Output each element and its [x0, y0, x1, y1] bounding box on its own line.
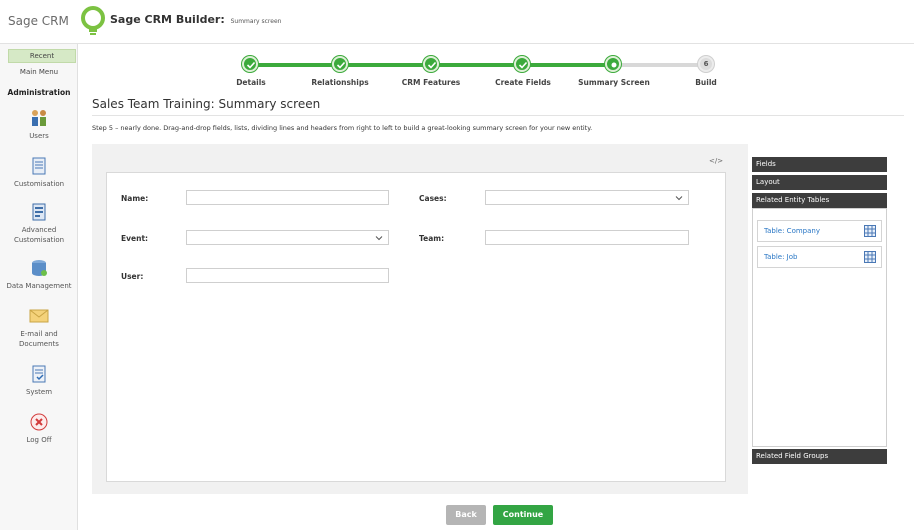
- name-field[interactable]: [186, 190, 389, 205]
- name-label: Name:: [121, 194, 149, 203]
- sidebar-item-label: Log Off: [26, 436, 52, 444]
- advanced-document-icon: [32, 203, 46, 221]
- back-button[interactable]: Back: [446, 505, 486, 525]
- sidebar-item-label: Customisation: [13, 180, 65, 188]
- check-icon: [518, 61, 528, 69]
- step-instructions: Step 5 – nearly done. Drag-and-drop fiel…: [92, 124, 593, 132]
- users-icon: [32, 110, 46, 126]
- page-title: Sales Team Training: Summary screen: [92, 97, 321, 111]
- step-build-marker[interactable]: 6: [698, 56, 714, 72]
- user-field[interactable]: [186, 268, 389, 283]
- sidebar-recent-button[interactable]: Recent: [8, 49, 76, 63]
- sidebar-item-data-management[interactable]: Data Management: [0, 258, 78, 291]
- related-table-job[interactable]: Table: Job: [757, 246, 882, 268]
- continue-button[interactable]: Continue: [493, 505, 553, 525]
- sidebar-item-system[interactable]: System: [0, 364, 78, 397]
- table-grid-icon: [864, 251, 876, 263]
- top-header: Sage CRM Sage CRM Builder: Summary scree…: [0, 0, 914, 44]
- related-table-label: Table: Company: [764, 227, 820, 235]
- builder-title: Sage CRM Builder: Summary screen: [110, 13, 281, 26]
- sidebar-item-advanced-customisation[interactable]: Advanced Customisation: [0, 202, 78, 245]
- sidebar-item-users[interactable]: Users: [0, 108, 78, 141]
- sidebar-item-label: Users: [29, 132, 49, 140]
- step-label-create-fields[interactable]: Create Fields: [478, 78, 568, 87]
- system-checklist-icon: [32, 365, 46, 383]
- team-field[interactable]: [485, 230, 689, 245]
- summary-screen-canvas[interactable]: Name: Cases: Event: Team: User:: [106, 172, 726, 482]
- step-label-details[interactable]: Details: [206, 78, 296, 87]
- step-label-summary-screen[interactable]: Summary Screen: [569, 78, 659, 87]
- sidebar-item-log-off[interactable]: Log Off: [0, 412, 78, 445]
- current-step-icon: [611, 62, 617, 68]
- check-icon: [427, 61, 437, 69]
- panel-fields-header[interactable]: Fields: [752, 157, 887, 172]
- chevron-down-icon: [375, 236, 383, 241]
- builder-subtitle: Summary screen: [230, 18, 282, 25]
- sidebar-item-label: System: [25, 388, 53, 396]
- document-icon: [32, 157, 46, 175]
- check-icon: [336, 61, 346, 69]
- related-table-label: Table: Job: [764, 253, 798, 261]
- builder-title-text: Sage CRM Builder:: [110, 13, 225, 26]
- related-table-company[interactable]: Table: Company: [757, 220, 882, 242]
- sidebar-item-customisation[interactable]: Customisation: [0, 156, 78, 189]
- sidebar-section-administration: Administration: [7, 88, 71, 97]
- step-label-relationships[interactable]: Relationships: [295, 78, 385, 87]
- database-icon: [32, 260, 47, 276]
- panel-related-entity-tables-header[interactable]: Related Entity Tables: [752, 193, 887, 208]
- step-label-crm-features[interactable]: CRM Features: [386, 78, 476, 87]
- event-select[interactable]: [186, 230, 389, 245]
- check-icon: [246, 61, 256, 69]
- sidebar-item-label: E-mail and Documents: [19, 330, 59, 348]
- step-create-fields-marker[interactable]: [514, 56, 530, 72]
- user-label: User:: [121, 272, 144, 281]
- step-label-build[interactable]: Build: [661, 78, 751, 87]
- sidebar: Recent Main Menu Administration Users Cu…: [0, 44, 78, 530]
- brand-logo-text[interactable]: Sage CRM: [8, 14, 69, 28]
- cases-label: Cases:: [419, 194, 447, 203]
- panel-layout-header[interactable]: Layout: [752, 175, 887, 190]
- table-grid-icon: [864, 225, 876, 237]
- sidebar-item-label: Advanced Customisation: [13, 226, 65, 244]
- panel-related-field-groups-header[interactable]: Related Field Groups: [752, 449, 887, 464]
- event-label: Event:: [121, 234, 149, 243]
- code-view-toggle[interactable]: </>: [709, 157, 723, 165]
- team-label: Team:: [419, 234, 445, 243]
- title-divider: [92, 115, 904, 116]
- step-details-marker[interactable]: [242, 56, 258, 72]
- related-entity-tables-panel: [752, 208, 887, 447]
- envelope-icon: [29, 309, 49, 323]
- cases-select[interactable]: [485, 190, 689, 205]
- step-relationships-marker[interactable]: [332, 56, 348, 72]
- step-crm-features-marker[interactable]: [423, 56, 439, 72]
- log-off-icon: [30, 413, 48, 431]
- chevron-down-icon: [675, 196, 683, 201]
- step-summary-screen-marker[interactable]: [605, 56, 621, 72]
- lightbulb-icon: [81, 6, 105, 35]
- sidebar-main-menu-link[interactable]: Main Menu: [0, 68, 78, 76]
- sidebar-item-email-and-documents[interactable]: E-mail and Documents: [0, 306, 78, 349]
- sidebar-item-label: Data Management: [6, 282, 72, 290]
